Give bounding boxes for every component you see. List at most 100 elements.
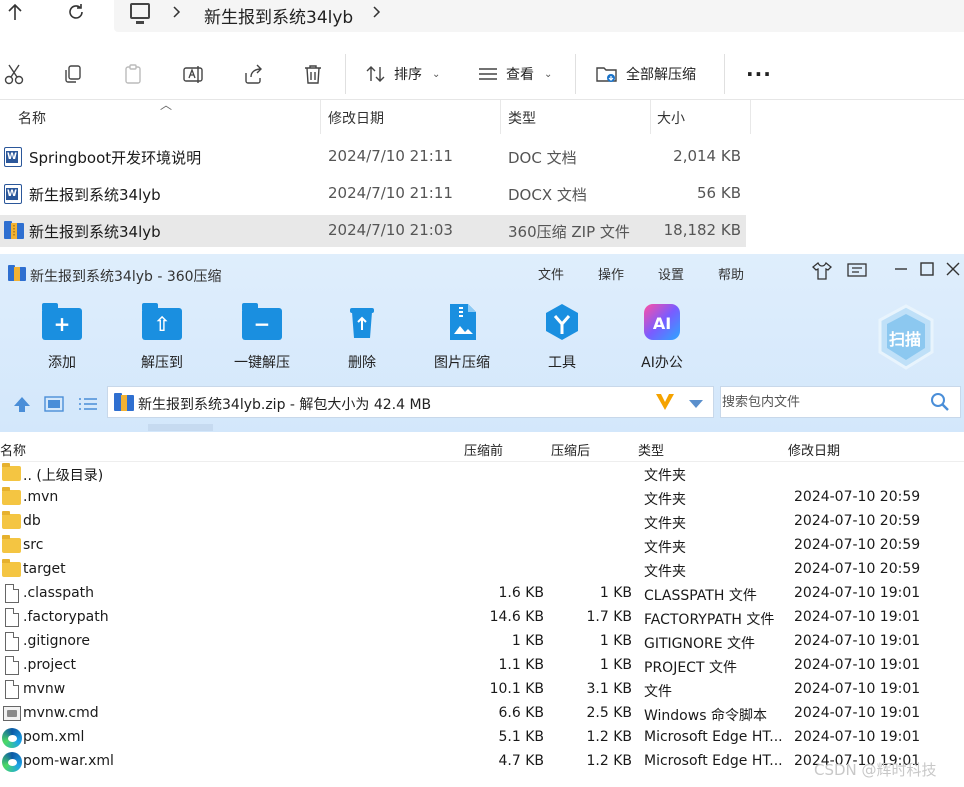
chevron-right-icon[interactable]	[172, 2, 182, 27]
archive-path-text: 新生报到系统34lyb.zip - 解包大小为 42.4 MB	[138, 397, 432, 413]
thumbnail-view-icon[interactable]	[44, 396, 64, 416]
rename-icon[interactable]	[181, 62, 205, 86]
computer-icon	[130, 3, 150, 24]
item-compressed-size: 1 KB	[599, 633, 632, 649]
list-item[interactable]: .. (上级目录) 文件夹	[0, 462, 964, 486]
add-button[interactable]: + 添加	[22, 302, 102, 372]
list-item[interactable]: .project 1.1 KB 1 KB PROJECT 文件 2024-07-10 1…	[0, 654, 964, 678]
column-name[interactable]: 名称	[18, 108, 46, 128]
tools-button[interactable]: 工具	[522, 302, 602, 372]
item-original-size: 6.6 KB	[498, 705, 545, 721]
sort-ascending-icon: ︿	[160, 98, 173, 112]
scan-button[interactable]: 扫描	[876, 304, 936, 370]
one-click-extract-label: 一键解压	[234, 355, 290, 371]
item-type: Windows 命令脚本	[644, 708, 767, 724]
chevron-down-icon: ⌄	[544, 68, 553, 80]
chevron-down-icon: ⌄	[432, 68, 441, 80]
explorer-nav-bar: 新生报到系统34lyb	[0, 0, 964, 34]
column-type[interactable]: 类型	[638, 440, 664, 459]
up-arrow-icon[interactable]	[6, 2, 24, 27]
list-item[interactable]: target 文件夹 2024-07-10 20:59	[0, 558, 964, 582]
file-row-selected[interactable]: 新生报到系统34lyb 2024/7/10 21:03 360压缩 ZIP 文件…	[0, 215, 746, 247]
column-divider[interactable]	[320, 100, 321, 134]
archive-path-field[interactable]: 新生报到系统34lyb.zip - 解包大小为 42.4 MB	[107, 386, 714, 418]
maximize-icon[interactable]	[920, 262, 934, 280]
column-type[interactable]: 类型	[508, 108, 536, 128]
item-name: pom-war.xml	[23, 753, 114, 769]
search-input[interactable]	[722, 388, 922, 416]
cut-icon[interactable]	[2, 62, 26, 86]
list-item[interactable]: mvnw.cmd 6.6 KB 2.5 KB Windows 命令脚本 2024-07-…	[0, 702, 964, 726]
menu-operation[interactable]: 操作	[598, 264, 624, 283]
extract-all-button[interactable]: 全部解压缩	[596, 62, 696, 86]
list-item[interactable]: pom.xml 5.1 KB 1.2 KB Microsoft Edge HT... 2…	[0, 726, 964, 750]
item-date: 2024-07-10 20:59	[794, 513, 921, 529]
v-logo-icon[interactable]	[654, 392, 676, 416]
delete-icon[interactable]	[301, 62, 325, 86]
item-compressed-size: 2.5 KB	[586, 705, 633, 721]
item-date: 2024-07-10 19:01	[794, 729, 921, 745]
search-icon[interactable]	[930, 392, 950, 416]
minimize-icon[interactable]	[894, 262, 908, 280]
toolbar-divider	[345, 54, 346, 94]
one-click-extract-button[interactable]: − 一键解压	[222, 302, 302, 372]
column-size[interactable]: 大小	[657, 108, 685, 128]
delete-button[interactable]: 删除	[322, 302, 402, 372]
column-date[interactable]: 修改日期	[328, 108, 384, 128]
item-compressed-size: 1 KB	[599, 585, 632, 601]
item-name: .factorypath	[23, 609, 109, 625]
item-date: 2024-07-10 20:59	[794, 537, 921, 553]
item-type: FACTORYPATH 文件	[644, 612, 775, 628]
column-divider[interactable]	[650, 100, 651, 134]
dropdown-arrow-icon[interactable]	[688, 397, 704, 413]
more-options-icon[interactable]: ···	[746, 62, 772, 86]
list-item[interactable]: .classpath 1.6 KB 1 KB CLASSPATH 文件 2024-07-…	[0, 582, 964, 606]
item-name: .classpath	[23, 585, 95, 601]
refresh-icon[interactable]	[66, 2, 86, 27]
close-icon[interactable]	[946, 262, 960, 280]
list-item[interactable]: src 文件夹 2024-07-10 20:59	[0, 534, 964, 558]
search-box[interactable]	[720, 386, 961, 418]
list-view-icon[interactable]	[78, 396, 98, 416]
menu-help[interactable]: 帮助	[718, 264, 744, 283]
item-type: GITIGNORE 文件	[644, 636, 756, 652]
share-icon[interactable]	[241, 62, 265, 86]
file-date: 2024/7/10 21:11	[328, 147, 453, 165]
skin-shirt-icon[interactable]	[812, 261, 832, 284]
file-row[interactable]: Springboot开发环境说明 2024/7/10 21:11 DOC 文档 …	[0, 141, 746, 173]
column-name[interactable]: 名称	[0, 440, 26, 459]
address-bar[interactable]: 新生报到系统34lyb	[114, 0, 964, 32]
view-button[interactable]: 查看 ⌄	[478, 62, 552, 86]
item-name: .. (上级目录)	[23, 468, 104, 484]
file-row[interactable]: 新生报到系统34lyb 2024/7/10 21:11 DOCX 文档 56 K…	[0, 178, 746, 210]
column-original-size[interactable]: 压缩前	[464, 440, 503, 459]
menu-settings[interactable]: 设置	[658, 264, 684, 283]
feedback-icon[interactable]	[847, 262, 867, 284]
item-name: .mvn	[23, 489, 59, 505]
list-item[interactable]: .factorypath 14.6 KB 1.7 KB FACTORYPATH 文件 2…	[0, 606, 964, 630]
image-compress-button[interactable]: 图片压缩	[422, 302, 502, 372]
item-compressed-size: 1.2 KB	[586, 729, 633, 745]
item-date: 2024-07-10 19:01	[794, 705, 921, 721]
list-item[interactable]: mvnw 10.1 KB 3.1 KB 文件 2024-07-10 19:01	[0, 678, 964, 702]
list-item[interactable]: .gitignore 1 KB 1 KB GITIGNORE 文件 2024-07-10…	[0, 630, 964, 654]
column-divider[interactable]	[750, 100, 751, 134]
ai-office-button[interactable]: AI AI办公	[622, 302, 702, 372]
menu-file[interactable]: 文件	[538, 264, 564, 283]
up-level-icon[interactable]	[13, 396, 31, 416]
toolbar-divider	[724, 54, 725, 94]
list-item[interactable]: db 文件夹 2024-07-10 20:59	[0, 510, 964, 534]
item-type: CLASSPATH 文件	[644, 588, 757, 604]
horizontal-scroll-thumb[interactable]	[148, 424, 213, 431]
column-compressed-size[interactable]: 压缩后	[551, 440, 590, 459]
sort-button[interactable]: 排序 ⌄	[366, 62, 440, 86]
column-divider[interactable]	[500, 100, 501, 134]
folder-icon	[2, 463, 21, 481]
list-item[interactable]: .mvn 文件夹 2024-07-10 20:59	[0, 486, 964, 510]
chevron-right-icon[interactable]	[372, 2, 382, 27]
file-date: 2024/7/10 21:03	[328, 221, 453, 239]
copy-icon[interactable]	[61, 62, 85, 86]
column-date[interactable]: 修改日期	[788, 440, 840, 459]
extract-to-button[interactable]: ⇧ 解压到	[122, 302, 202, 372]
breadcrumb-current-folder[interactable]: 新生报到系统34lyb	[204, 3, 353, 28]
